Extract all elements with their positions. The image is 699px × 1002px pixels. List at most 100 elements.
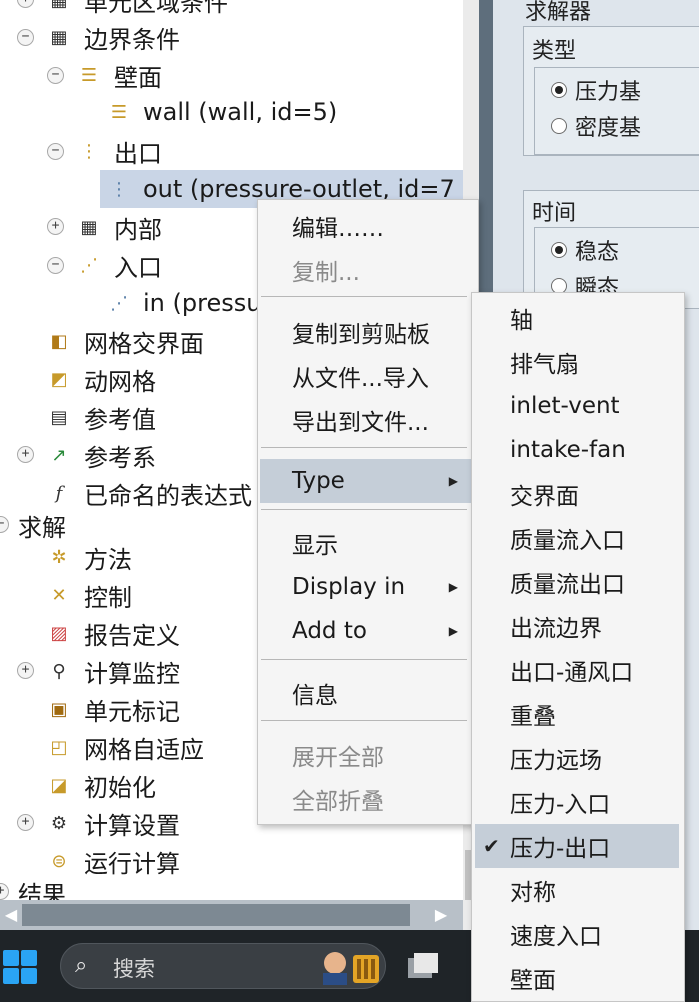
menu-separator: [261, 509, 467, 510]
menu-item-copy: 复制...: [292, 260, 360, 286]
menu-separator: [261, 447, 467, 448]
grid-icon: ▦: [80, 216, 98, 238]
type-option-interface[interactable]: 交界面: [475, 472, 679, 516]
control-icon: ✕: [51, 584, 67, 606]
menu-item-collapse-all: 全部折叠: [292, 789, 384, 815]
type-option-mass-flow-inlet[interactable]: 质量流入口: [475, 516, 679, 560]
type-option-exhaust-fan[interactable]: 排气扇: [475, 340, 679, 384]
radio-pressure-based[interactable]: 压力基: [551, 74, 641, 106]
adapt-icon: ◰: [50, 736, 68, 758]
expand-icon[interactable]: +: [0, 883, 9, 900]
collapse-icon[interactable]: −: [47, 143, 64, 160]
tree-item-outlet-group[interactable]: − ⋮ 出口: [0, 132, 463, 170]
gear-icon: ⚙: [50, 812, 68, 834]
radio-icon: [551, 118, 567, 134]
submenu-arrow-icon: ▶: [448, 474, 458, 488]
wall-icon: ☰: [80, 64, 98, 86]
time-group: 时间 稳态 瞬态: [523, 190, 699, 309]
type-options-box: 压力基 密度基: [534, 67, 699, 155]
tree-item-boundary-conditions[interactable]: − ▦ 边界条件: [0, 18, 463, 56]
type-option-overset[interactable]: 重叠: [475, 692, 679, 736]
collapse-icon[interactable]: −: [0, 516, 9, 533]
search-placeholder: 搜索: [113, 957, 155, 981]
collapse-icon[interactable]: −: [17, 29, 34, 46]
type-option-intake-fan[interactable]: intake-fan: [475, 428, 679, 472]
menu-item-info[interactable]: 信息: [260, 671, 472, 715]
taskbar-search[interactable]: ⌕ 搜索: [60, 943, 386, 989]
menu-item-edit[interactable]: 编辑……: [260, 204, 472, 248]
run-icon: ⊜: [51, 850, 67, 872]
menu-item-display-in[interactable]: Display in ▶: [260, 565, 472, 609]
expand-icon[interactable]: +: [17, 814, 34, 831]
type-option-axis[interactable]: 轴: [475, 296, 679, 340]
start-button[interactable]: [3, 950, 37, 984]
search-highlight-icon: [323, 952, 379, 985]
clipboard-icon: ▤: [50, 406, 68, 428]
type-option-inlet-vent[interactable]: inlet-vent: [475, 384, 679, 428]
expand-icon[interactable]: +: [17, 662, 34, 679]
monitor-icon: ⚲: [52, 660, 66, 682]
solver-title: 求解器: [525, 0, 592, 25]
outlet-icon: ⋮: [110, 178, 128, 200]
submenu-arrow-icon: ▶: [448, 580, 458, 594]
dynamic-mesh-icon: ◩: [50, 368, 68, 390]
tree-horizontal-scrollbar[interactable]: ◀ ▶: [0, 900, 463, 930]
type-option-mass-flow-outlet[interactable]: 质量流出口: [475, 560, 679, 604]
inlet-icon: ⋰: [80, 254, 98, 276]
menu-separator: [261, 296, 467, 297]
type-option-outflow[interactable]: 出流边界: [475, 604, 679, 648]
menu-item-import-from-file[interactable]: 从文件...导入: [260, 354, 472, 398]
type-group: 类型 压力基 密度基: [523, 26, 699, 156]
scroll-right-icon[interactable]: ▶: [430, 900, 452, 930]
type-option-pressure-outlet[interactable]: ✔ 压力-出口: [475, 824, 679, 868]
mesh-interface-icon: ◧: [50, 330, 68, 352]
tree-item-results[interactable]: + 结果: [0, 873, 463, 900]
context-menu: 编辑…… 复制... 复制到剪贴板 从文件...导入 导出到文件... Type…: [257, 199, 479, 825]
collapse-icon[interactable]: −: [47, 67, 64, 84]
wall-icon: ☰: [110, 101, 128, 123]
tree-item-wall[interactable]: ☰ wall (wall, id=5): [0, 93, 463, 131]
type-option-pressure-inlet[interactable]: 压力-入口: [475, 780, 679, 824]
expand-icon[interactable]: +: [17, 446, 34, 463]
menu-item-export-to-file[interactable]: 导出到文件...: [260, 398, 472, 442]
time-label: 时间: [532, 201, 577, 226]
menu-item-type[interactable]: Type ▶: [260, 459, 472, 503]
collapse-icon[interactable]: −: [47, 257, 64, 274]
type-option-symmetry[interactable]: 对称: [475, 868, 679, 912]
tree-item-wall-group[interactable]: − ☰ 壁面: [0, 56, 463, 94]
menu-item-display[interactable]: 显示: [260, 521, 472, 565]
type-option-wall[interactable]: 壁面: [475, 956, 679, 1000]
menu-item-add-to[interactable]: Add to ▶: [260, 609, 472, 653]
menu-item-copy-to-clipboard[interactable]: 复制到剪贴板: [260, 310, 472, 354]
type-label: 类型: [532, 39, 577, 64]
menu-separator: [261, 720, 467, 721]
axes-icon: ↗: [51, 444, 67, 466]
type-option-velocity-inlet[interactable]: 速度入口: [475, 912, 679, 956]
scroll-thumb[interactable]: [22, 904, 410, 926]
grid-icon: ▦: [50, 26, 68, 48]
windows-logo-icon: [3, 950, 19, 966]
scroll-left-icon[interactable]: ◀: [0, 900, 22, 930]
expand-icon[interactable]: +: [47, 218, 64, 235]
type-option-pressure-far-field[interactable]: 压力远场: [475, 736, 679, 780]
submenu-arrow-icon: ▶: [448, 624, 458, 638]
type-option-outlet-vent[interactable]: 出口-通风口: [475, 648, 679, 692]
radio-selected-icon: [551, 82, 567, 98]
inlet-icon: ⋰: [110, 292, 128, 314]
cell-mark-icon: ▣: [50, 698, 68, 720]
tree-item-cell-zone-conditions[interactable]: + ▦ 单元区域条件: [0, 0, 463, 19]
radio-steady[interactable]: 稳态: [551, 234, 619, 266]
method-icon: ✲: [51, 546, 67, 568]
outlet-icon: ⋮: [80, 140, 98, 162]
function-icon: f: [55, 482, 63, 504]
menu-separator: [261, 659, 467, 660]
grid-icon: ▦: [50, 0, 68, 11]
expand-icon[interactable]: +: [17, 0, 34, 8]
taskbar-app-icon[interactable]: [404, 950, 442, 982]
report-icon: ▨: [50, 622, 68, 644]
search-icon: ⌕: [75, 953, 88, 978]
radio-selected-icon: [551, 242, 567, 258]
menu-item-expand-all: 展开全部: [292, 745, 384, 771]
radio-density-based[interactable]: 密度基: [551, 110, 641, 142]
type-submenu: 轴 排气扇 inlet-vent intake-fan 交界面 质量流入口 质量…: [471, 292, 685, 1002]
